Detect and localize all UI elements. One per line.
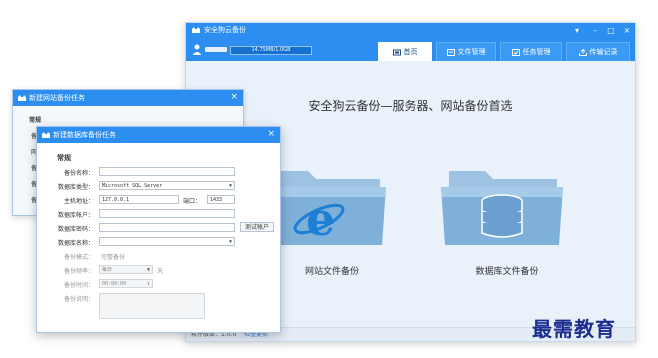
backup-description-textarea[interactable] <box>99 293 205 319</box>
database-backup-card[interactable] <box>437 157 567 249</box>
task-icon <box>511 48 520 56</box>
database-backup-label: 数据库文件备份 <box>475 267 539 277</box>
database-dialog-title-bar: 新建数据库备份任务 × <box>37 127 280 143</box>
user-icon <box>192 44 202 55</box>
db-type-label: 数据库类型： <box>57 184 94 191</box>
backup-frequency-label: 备份频率： <box>63 268 94 275</box>
chevron-down-icon: ▼ <box>228 183 232 189</box>
slogan: 安全狗云备份—服务器、网站备份首选 <box>308 99 513 113</box>
db-name-select[interactable]: ▼ <box>99 237 235 246</box>
db-type-select[interactable]: Microsoft SQL Server ▼ <box>99 181 235 190</box>
backup-description-label: 备份说明： <box>63 296 94 303</box>
tab-transfer-log[interactable]: 传输记录 <box>566 42 630 61</box>
backup-time-label: 备份时间： <box>63 282 94 289</box>
backup-frequency-select[interactable]: 每日 ▼ <box>99 265 153 274</box>
minimize-button[interactable]: – <box>587 23 603 38</box>
app-logo-icon <box>42 132 50 138</box>
chevron-down-icon: ▼ <box>228 239 232 245</box>
backup-name-label: 备份名称： <box>63 170 94 177</box>
host-label: 主机地址： <box>63 198 94 205</box>
db-password-label: 数据库密码： <box>57 226 94 233</box>
user-name <box>205 47 227 52</box>
db-user-label: 数据库帐户： <box>57 212 94 219</box>
app-logo-icon <box>18 95 26 101</box>
db-type-value: Microsoft SQL Server <box>102 183 163 189</box>
home-icon <box>392 49 401 55</box>
app-title: 安全狗云备份 <box>204 26 246 34</box>
db-name-label: 数据库名称： <box>57 240 94 247</box>
tab-task-manager[interactable]: 任务管理 <box>500 42 562 61</box>
db-password-input[interactable] <box>99 223 235 232</box>
tab-home[interactable]: 首页 <box>378 42 432 61</box>
db-user-input[interactable] <box>99 209 235 218</box>
file-manager-icon <box>446 48 455 56</box>
database-icon <box>481 194 523 238</box>
menu-icon[interactable]: ▾ <box>569 23 585 38</box>
backup-name-input[interactable] <box>99 167 235 176</box>
storage-quota: 14.75MB/1.0GB <box>230 46 312 55</box>
frequency-unit: 天 <box>157 268 164 275</box>
tab-task-manager-label: 任务管理 <box>522 48 551 56</box>
backup-frequency-value: 每日 <box>102 267 113 273</box>
spinner-icon[interactable]: ⇕ <box>147 280 150 288</box>
backup-mode-label: 备份模式： <box>63 254 94 261</box>
transfer-icon <box>578 48 587 56</box>
backup-time-value: 00:00:00 <box>102 281 127 287</box>
port-label: 端口： <box>183 198 202 205</box>
backup-mode-value: 完整备份 <box>101 254 126 261</box>
watermark: 最需教育 <box>532 317 616 341</box>
section-general: 常规 <box>57 154 71 162</box>
tab-transfer-log-label: 传输记录 <box>589 48 618 56</box>
website-dialog-title-bar: 新建网站备份任务 × <box>13 90 243 106</box>
tab-file-manager[interactable]: 文件管理 <box>436 42 496 61</box>
top-bar: 14.75MB/1.0GB 首页 文件管理 任务管理 传输记录 <box>186 38 635 61</box>
maximize-button[interactable]: □ <box>603 23 619 38</box>
svg-text:e: e <box>306 192 335 246</box>
host-input[interactable]: 127.0.0.1 <box>99 195 179 204</box>
website-backup-label: 网站文件备份 <box>304 267 359 277</box>
database-dialog-body: 常规 备份名称： 数据库类型： Microsoft SQL Server ▼ 主… <box>37 143 280 332</box>
close-icon[interactable]: × <box>267 129 275 139</box>
database-backup-dialog: 新建数据库备份任务 × 常规 备份名称： 数据库类型： Microsoft SQ… <box>36 126 281 333</box>
port-input[interactable]: 1433 <box>207 195 235 204</box>
backup-time-input[interactable]: 00:00:00 ⇕ <box>99 279 153 288</box>
close-icon[interactable]: × <box>230 92 238 102</box>
chevron-down-icon: ▼ <box>146 267 150 273</box>
tab-file-manager-label: 文件管理 <box>457 48 486 56</box>
title-bar: 安全狗云备份 ▾ – □ × <box>186 23 635 38</box>
website-dialog-section: 常规 <box>29 117 42 124</box>
close-button[interactable]: × <box>619 23 635 38</box>
website-dialog-title: 新建网站备份任务 <box>29 94 85 102</box>
test-account-button[interactable]: 测试帐户 <box>240 222 274 232</box>
app-logo-icon <box>192 27 200 33</box>
database-dialog-title: 新建数据库备份任务 <box>53 131 116 139</box>
tab-home-label: 首页 <box>403 48 418 56</box>
